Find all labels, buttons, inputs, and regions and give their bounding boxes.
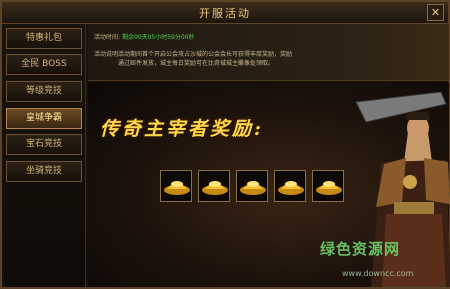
window-title: 开服活动	[199, 7, 251, 20]
reward-slot[interactable]	[160, 170, 192, 202]
sidebar: 特惠礼包 全民 BOSS 等级竞技 皇城争霸 宝石竞技 坐骑竞技	[4, 24, 86, 287]
sidebar-item-gem-race[interactable]: 宝石竞技	[6, 134, 82, 155]
watermark-url: www.downcc.com	[342, 269, 414, 278]
reward-slot[interactable]	[312, 170, 344, 202]
gold-ingot-icon	[202, 181, 228, 195]
close-icon: ✕	[430, 6, 441, 19]
activity-info: 活动时间: 剩余00天05小时59分00秒 活动说明: 活动期间首个开启公会攻占…	[88, 24, 449, 81]
sidebar-item-castle-war[interactable]: 皇城争霸	[6, 108, 82, 129]
reward-slot[interactable]	[236, 170, 268, 202]
sidebar-item-label: 全民 BOSS	[21, 59, 67, 69]
time-countdown: 剩余00天05小时59分00秒	[121, 34, 195, 41]
sidebar-item-label: 皇城争霸	[25, 113, 62, 123]
desc-label: 活动说明:	[94, 51, 121, 58]
sidebar-item-label: 等级竞技	[25, 86, 62, 96]
desc-row: 活动说明:	[94, 51, 120, 59]
gold-ingot-icon	[240, 181, 266, 195]
reward-slot[interactable]	[274, 170, 306, 202]
desc-line-1: 活动期间首个开启公会攻占沙城的公会会长可获得丰厚奖励，奖励	[118, 51, 293, 58]
sidebar-item-label: 宝石竞技	[25, 139, 62, 149]
sidebar-item-boss[interactable]: 全民 BOSS	[6, 54, 82, 75]
sidebar-item-gift-pack[interactable]: 特惠礼包	[6, 28, 82, 49]
title-bar: 开服活动 ✕	[2, 2, 448, 24]
gold-ingot-icon	[278, 181, 304, 195]
time-row: 活动时间: 剩余00天05小时59分00秒	[94, 34, 195, 42]
sidebar-item-mount-race[interactable]: 坐骑竞技	[6, 161, 82, 182]
sidebar-item-label: 坐骑竞技	[25, 166, 62, 176]
sidebar-item-level-race[interactable]: 等级竞技	[6, 81, 82, 102]
sidebar-item-label: 特惠礼包	[25, 33, 62, 43]
gold-ingot-icon	[316, 181, 342, 195]
close-button[interactable]: ✕	[427, 4, 444, 21]
reward-slot[interactable]	[198, 170, 230, 202]
time-label: 活动时间:	[94, 34, 121, 41]
desc-line-2: 通过邮件发放，城主每日奖励可在比奇城城主雕像处领取。	[118, 60, 275, 67]
activity-window: 开服活动 ✕ 特惠礼包 全民 BOSS 等级竞技 皇城争霸 宝石竞技 坐骑竞技 …	[0, 0, 450, 289]
watermark-text: 绿色资源网	[320, 240, 401, 258]
reward-title: 传奇主宰者奖励:	[100, 118, 265, 140]
gold-ingot-icon	[164, 181, 190, 195]
